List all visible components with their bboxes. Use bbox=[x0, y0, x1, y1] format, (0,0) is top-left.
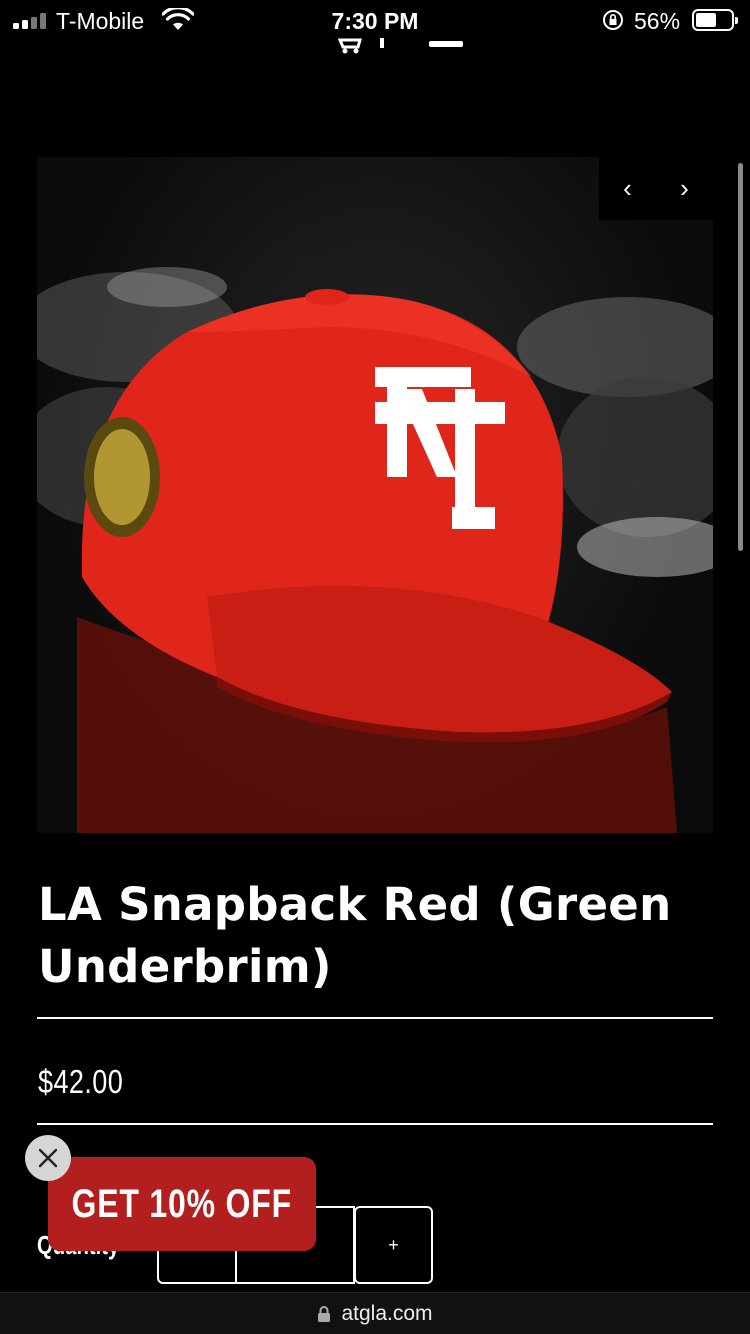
close-promo-button[interactable] bbox=[25, 1135, 71, 1181]
scrollbar[interactable] bbox=[738, 163, 743, 551]
browser-url-bar[interactable]: atgla.com bbox=[0, 1292, 750, 1334]
cap-illustration bbox=[37, 267, 713, 833]
account-icon[interactable] bbox=[380, 38, 384, 48]
quantity-increase-button[interactable]: + bbox=[354, 1206, 433, 1284]
product-image[interactable] bbox=[37, 157, 713, 833]
battery-icon bbox=[692, 9, 738, 31]
divider bbox=[37, 1123, 713, 1125]
promo-label: GET 10% OFF bbox=[71, 1181, 293, 1226]
battery-percent: 56% bbox=[634, 8, 681, 34]
lock-icon bbox=[318, 1305, 331, 1322]
rotation-lock-icon bbox=[603, 10, 623, 30]
discount-promo-button[interactable]: GET 10% OFF bbox=[48, 1157, 316, 1251]
close-icon bbox=[38, 1148, 58, 1168]
product-title: LA Snapback Red (Green Underbrim) bbox=[38, 878, 672, 993]
status-bar: T-Mobile 7:30 PM 56% bbox=[0, 0, 750, 40]
gallery-nav: ‹ › bbox=[599, 157, 713, 220]
chevron-right-icon[interactable]: › bbox=[656, 157, 713, 220]
product-price: $42.00 bbox=[38, 1063, 124, 1100]
divider bbox=[37, 1017, 713, 1019]
url-text: atgla.com bbox=[341, 1301, 433, 1325]
menu-icon[interactable] bbox=[429, 41, 463, 47]
cart-icon[interactable] bbox=[338, 38, 366, 54]
chevron-left-icon[interactable]: ‹ bbox=[599, 157, 656, 220]
